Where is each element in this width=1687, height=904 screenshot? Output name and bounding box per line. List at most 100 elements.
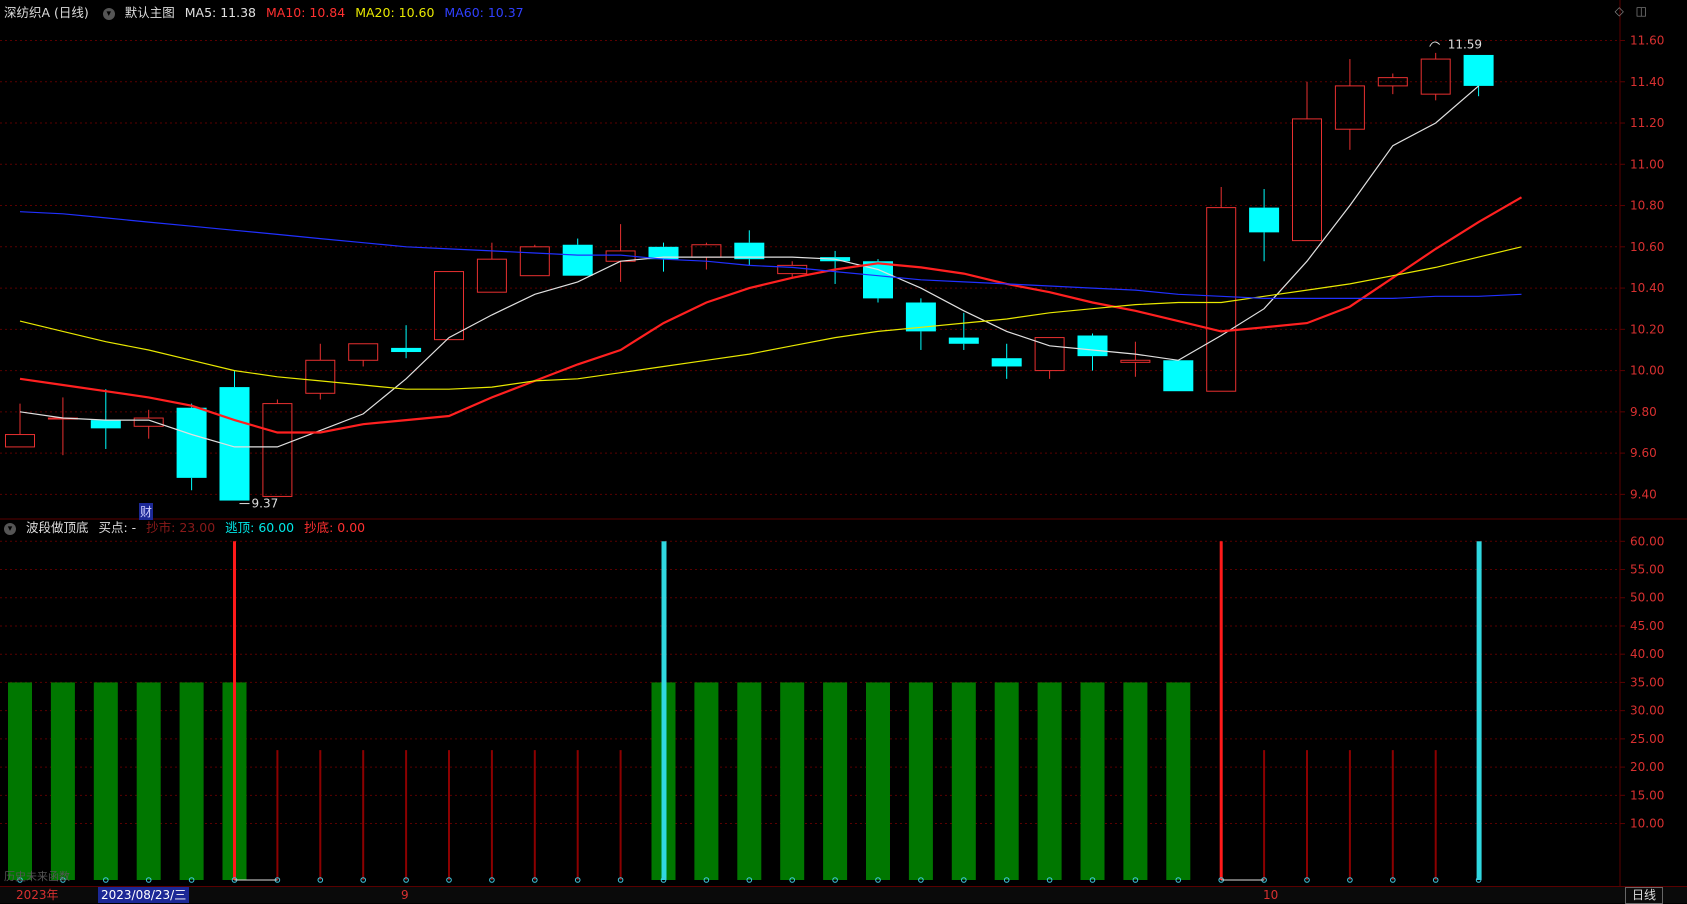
candle (1420, 52, 1451, 101)
indicator-tick-label: 25.00 (1630, 732, 1664, 746)
main-chart-header: 深纺织A (日线) ▾ 默认主图 MA5: 11.38 MA10: 10.84 … (0, 2, 530, 24)
green-bar (1037, 682, 1062, 880)
indicator-tick-label: 60.00 (1630, 534, 1664, 548)
candle (519, 244, 550, 277)
main-chart-label[interactable]: 默认主图 (125, 5, 175, 20)
watermark: 历史未来函数 (4, 870, 70, 883)
indicator-name[interactable]: 波段做顶底 (26, 520, 89, 535)
green-bar (908, 682, 933, 880)
candle-body-up (262, 403, 293, 497)
candle-body-down (391, 347, 422, 353)
candle (905, 298, 936, 350)
candle-body-up (1292, 118, 1322, 242)
candle-body-up (434, 271, 464, 341)
green-bar (951, 682, 976, 880)
candle (176, 403, 207, 491)
indicator-tick-label: 20.00 (1630, 760, 1664, 774)
price-tick-label: 10.40 (1630, 281, 1664, 295)
green-bar (866, 682, 890, 880)
candle (1334, 59, 1365, 150)
green-bar (1123, 682, 1148, 880)
candle-body-down (562, 244, 593, 276)
ma60-legend: MA60: 10.37 (444, 5, 524, 20)
candle-body-up (133, 417, 164, 427)
green-bar (994, 682, 1019, 880)
stock-title[interactable]: 深纺织A (日线) (4, 5, 89, 20)
buy-point-label: 买点: - (98, 520, 137, 535)
price-tick-label: 10.80 (1630, 199, 1664, 213)
layout-toggle-icon[interactable]: ◫ (1636, 4, 1647, 18)
candle (991, 343, 1022, 379)
ma5-legend: MA5: 11.38 (184, 5, 257, 20)
period-button[interactable]: 日线 (1624, 887, 1663, 904)
cursor-date: 2023/08/23/三 (98, 887, 190, 903)
green-bar (780, 682, 805, 880)
price-tick-label: 9.60 (1630, 446, 1657, 460)
price-tick-label: 9.80 (1630, 405, 1657, 419)
candle-body-up (1206, 207, 1237, 392)
month-9-label: 9 (401, 888, 409, 902)
candle-body-down (1163, 360, 1194, 392)
high-arrow (1429, 41, 1441, 47)
candle (434, 271, 464, 341)
indicator-tick-label: 15.00 (1630, 788, 1664, 802)
candle (1206, 186, 1237, 392)
ma10-legend: MA10: 10.84 (266, 5, 346, 20)
green-bar (8, 682, 32, 880)
candle-body-down (176, 407, 207, 478)
candle-body-up (519, 246, 550, 277)
finance-marker[interactable]: 财 (139, 503, 154, 520)
price-tick-label: 10.00 (1630, 364, 1664, 378)
green-bar (50, 682, 75, 880)
green-bar (737, 682, 762, 880)
candle (391, 325, 422, 359)
indicator-tick-label: 45.00 (1630, 619, 1664, 633)
green-bar (694, 682, 719, 880)
cyan-signal-bar (1476, 541, 1482, 880)
candle-body-up (348, 343, 379, 361)
diamond-icon[interactable]: ◇ (1615, 4, 1624, 18)
top-right-controls: ◇ ◫ (1607, 4, 1647, 18)
candle-body-up (1120, 359, 1151, 363)
green-bar (823, 682, 848, 880)
candle (348, 343, 379, 367)
candle (1077, 333, 1108, 371)
candle-body-down (991, 358, 1022, 367)
candle (1163, 360, 1194, 392)
indicator-tick-label: 40.00 (1630, 647, 1664, 661)
candle-body-up (1377, 77, 1408, 87)
candle (605, 224, 636, 282)
date-axis-bar: 2023年 2023/08/23/三 9 10 日线 (0, 886, 1687, 904)
green-bar (1080, 682, 1105, 880)
candle (219, 370, 250, 501)
indicator-tick-label: 55.00 (1630, 563, 1664, 577)
candle-body-up (476, 258, 507, 293)
bottom-fish-label: 抄底: 0.00 (304, 520, 366, 535)
indicator-header: ▾ 波段做顶底 买点: - 抄市: 23.00 逃顶: 60.00 抄底: 0.… (0, 517, 371, 539)
candle (1249, 189, 1280, 262)
ma-line-ma20 (19, 246, 1522, 390)
candle (1120, 341, 1151, 377)
candle-body-up (5, 434, 35, 448)
candle (1292, 81, 1322, 242)
candle-body-down (1249, 207, 1280, 233)
indicator-menu-icon[interactable]: ▾ (4, 522, 16, 535)
candle (948, 312, 979, 350)
candle-body-down (1463, 54, 1494, 86)
price-tick-label: 11.20 (1630, 116, 1664, 130)
escape-top-label: 逃顶: 60.00 (225, 520, 295, 535)
price-tick-label: 11.60 (1630, 34, 1664, 48)
candle-body-up (305, 359, 336, 394)
indicator-tick-label: 30.00 (1630, 704, 1664, 718)
chart-menu-icon[interactable]: ▾ (102, 7, 115, 20)
indicator-tick-label: 10.00 (1630, 817, 1664, 831)
dimmed-label: 抄市: 23.00 (146, 520, 216, 535)
candle-body-up (1420, 58, 1451, 95)
year-label: 2023年 (16, 888, 59, 902)
price-tick-label: 11.00 (1630, 157, 1664, 171)
candle (47, 397, 78, 456)
candle (734, 230, 765, 266)
price-tick-label: 10.60 (1630, 240, 1664, 254)
candle (305, 343, 336, 400)
candle (5, 403, 35, 448)
